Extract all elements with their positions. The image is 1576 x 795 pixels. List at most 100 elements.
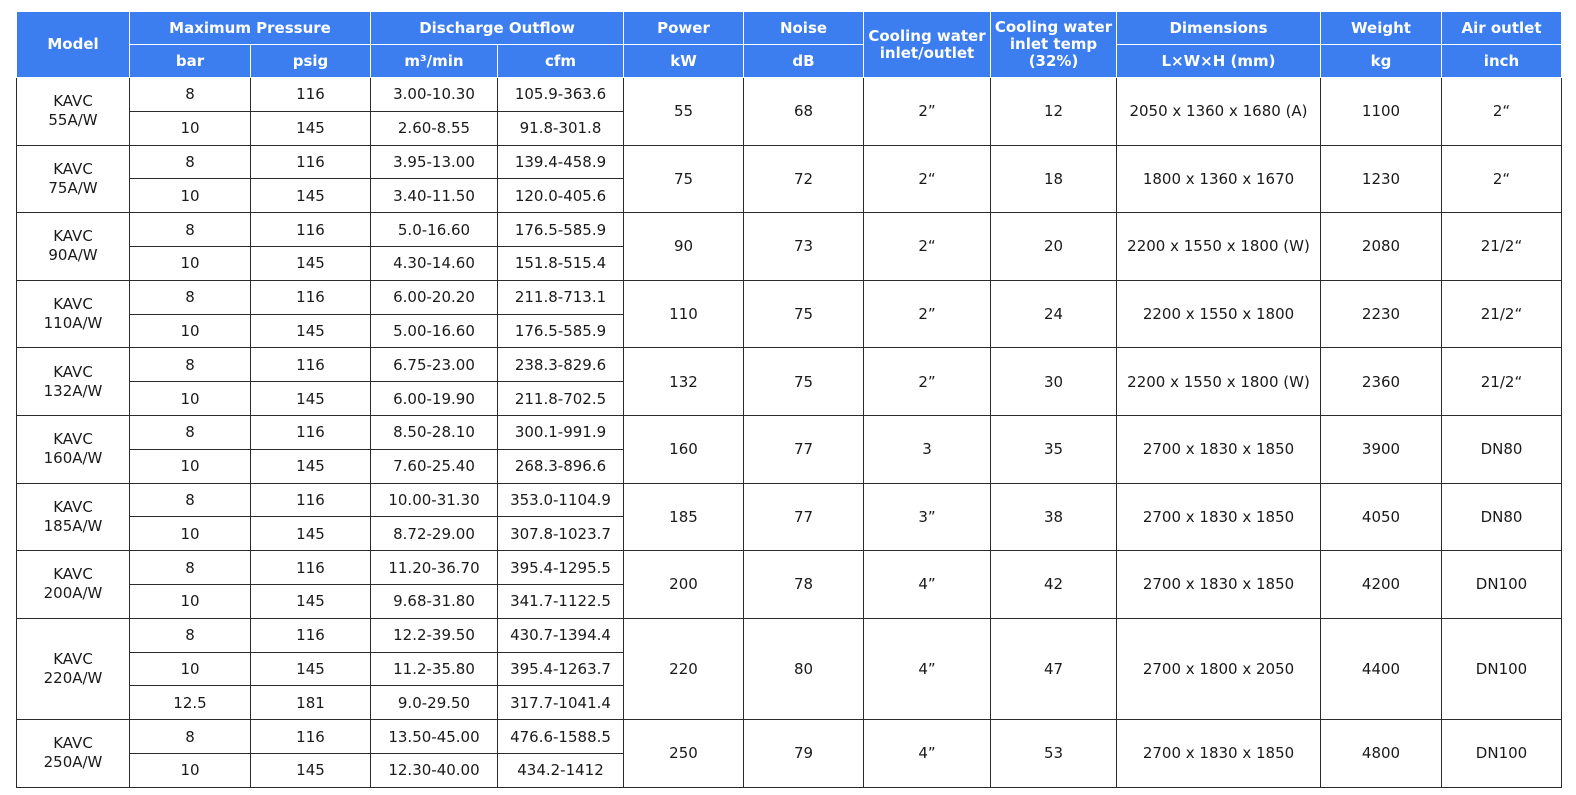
table-row: KAVC 75A/W 8 116 3.95-13.00 139.4-458.9 75 72 2“… <box>16 144 1562 214</box>
model-cell: KAVC 250A/W <box>16 719 130 788</box>
bar-cell: 8 <box>129 550 251 585</box>
table-row: KAVC 200A/W 8 116 11.20-36.70 395.4-1295.5 200… <box>16 550 1562 619</box>
model-cell: KAVC 55A/W <box>16 77 130 146</box>
unit-kw: kW <box>623 44 744 78</box>
noise-cell: 79 <box>743 719 864 788</box>
power-cell: 160 <box>623 414 744 484</box>
col-header-max-pressure: Maximum Pressure <box>129 11 371 45</box>
air-outlet-cell: 2“ <box>1441 144 1562 214</box>
weight-cell: 2360 <box>1320 347 1442 416</box>
psig-cell: 116 <box>250 550 371 585</box>
bar-cell: 10 <box>129 178 251 214</box>
cfm-cell: 176.5-585.9 <box>497 212 624 247</box>
m3-cell: 10.00-31.30 <box>370 482 498 518</box>
bar-cell: 8 <box>129 77 251 112</box>
model-cell: KAVC 75A/W <box>16 144 130 214</box>
col-header-air-outlet: Air outlet <box>1441 11 1562 45</box>
bar-cell: 8 <box>129 212 251 247</box>
m3-cell: 12.30-40.00 <box>370 752 498 788</box>
model-brand: KAVC <box>53 430 93 449</box>
noise-cell: 75 <box>743 279 864 349</box>
psig-cell: 116 <box>250 482 371 518</box>
air-outlet-cell: 21/2“ <box>1441 279 1562 349</box>
cfm-cell: 211.8-702.5 <box>497 381 624 416</box>
table-row: KAVC 110A/W 8 116 6.00-20.20 211.8-713.1 110 75… <box>16 279 1562 349</box>
header-row-main: Model Maximum Pressure Discharge Outflow… <box>16 11 1562 78</box>
model-brand: KAVC <box>53 159 93 178</box>
cooling-temp-cell: 20 <box>990 212 1117 281</box>
psig-cell: 116 <box>250 212 371 247</box>
model-brand: KAVC <box>53 362 93 381</box>
cooling-io-cell: 3” <box>863 482 991 552</box>
model-cell: KAVC 220A/W <box>16 617 130 721</box>
cooling-io-cell: 2” <box>863 77 991 146</box>
dimensions-cell: 2700 x 1830 x 1850 <box>1116 719 1321 788</box>
weight-cell: 1100 <box>1320 77 1442 146</box>
bar-cell: 10 <box>129 752 251 788</box>
bar-cell: 10 <box>129 583 251 619</box>
table-row: KAVC 132A/W 8 116 6.75-23.00 238.3-829.6 132 75… <box>16 347 1562 416</box>
model-code: 90A/W <box>48 246 98 265</box>
air-outlet-cell: DN100 <box>1441 617 1562 721</box>
psig-cell: 116 <box>250 347 371 383</box>
cfm-cell: 317.7-1041.4 <box>497 685 624 721</box>
air-outlet-cell: DN80 <box>1441 414 1562 484</box>
m3-cell: 9.0-29.50 <box>370 685 498 721</box>
psig-cell: 116 <box>250 144 371 180</box>
noise-cell: 75 <box>743 347 864 416</box>
psig-cell: 181 <box>250 685 371 721</box>
noise-cell: 73 <box>743 212 864 281</box>
power-cell: 55 <box>623 77 744 146</box>
spec-table: Model Maximum Pressure Discharge Outflow… <box>16 11 1562 788</box>
cfm-cell: 434.2-1412 <box>497 752 624 788</box>
psig-cell: 116 <box>250 617 371 653</box>
cfm-cell: 341.7-1122.5 <box>497 583 624 619</box>
cfm-cell: 91.8-301.8 <box>497 110 624 146</box>
dimensions-cell: 1800 x 1360 x 1670 <box>1116 144 1321 214</box>
col-header-cooling-io: Cooling water inlet/outlet <box>863 11 991 78</box>
cfm-cell: 139.4-458.9 <box>497 144 624 180</box>
cooling-io-cell: 3 <box>863 414 991 484</box>
model-cell: KAVC 160A/W <box>16 414 130 484</box>
model-cell: KAVC 110A/W <box>16 279 130 349</box>
psig-cell: 145 <box>250 110 371 146</box>
m3-cell: 13.50-45.00 <box>370 719 498 754</box>
bar-cell: 10 <box>129 651 251 687</box>
model-code: 55A/W <box>48 111 98 130</box>
cooling-temp-cell: 30 <box>990 347 1117 416</box>
model-brand: KAVC <box>53 227 93 246</box>
table-row: KAVC 185A/W 8 116 10.00-31.30 353.0-1104.9 185… <box>16 482 1562 552</box>
power-cell: 250 <box>623 719 744 788</box>
cooling-io-cell: 4” <box>863 550 991 619</box>
air-outlet-cell: 21/2“ <box>1441 212 1562 281</box>
cooling-io-cell: 4” <box>863 719 991 788</box>
noise-cell: 80 <box>743 617 864 721</box>
col-header-dimensions: Dimensions <box>1116 11 1321 45</box>
m3-cell: 12.2-39.50 <box>370 617 498 653</box>
m3-cell: 9.68-31.80 <box>370 583 498 619</box>
model-code: 160A/W <box>43 449 103 468</box>
weight-cell: 2230 <box>1320 279 1442 349</box>
cfm-cell: 176.5-585.9 <box>497 313 624 349</box>
cooling-temp-cell: 24 <box>990 279 1117 349</box>
model-brand: KAVC <box>53 295 93 314</box>
unit-psig: psig <box>250 44 371 78</box>
cfm-cell: 353.0-1104.9 <box>497 482 624 518</box>
weight-cell: 2080 <box>1320 212 1442 281</box>
model-code: 132A/W <box>43 381 103 400</box>
model-brand: KAVC <box>53 649 93 668</box>
unit-cfm: cfm <box>497 44 624 78</box>
bar-cell: 8 <box>129 719 251 754</box>
psig-cell: 145 <box>250 245 371 281</box>
psig-cell: 116 <box>250 414 371 450</box>
bar-cell: 10 <box>129 448 251 484</box>
model-brand: KAVC <box>53 734 93 753</box>
table-row: KAVC 160A/W 8 116 8.50-28.10 300.1-991.9 160 77… <box>16 414 1562 484</box>
bar-cell: 8 <box>129 414 251 450</box>
model-brand: KAVC <box>53 497 93 516</box>
col-header-noise: Noise <box>743 11 864 45</box>
cfm-cell: 151.8-515.4 <box>497 245 624 281</box>
table-body: KAVC 55A/W 8 116 3.00-10.30 105.9-363.6 55 68 2”… <box>16 77 1562 788</box>
power-cell: 132 <box>623 347 744 416</box>
model-cell: KAVC 200A/W <box>16 550 130 619</box>
